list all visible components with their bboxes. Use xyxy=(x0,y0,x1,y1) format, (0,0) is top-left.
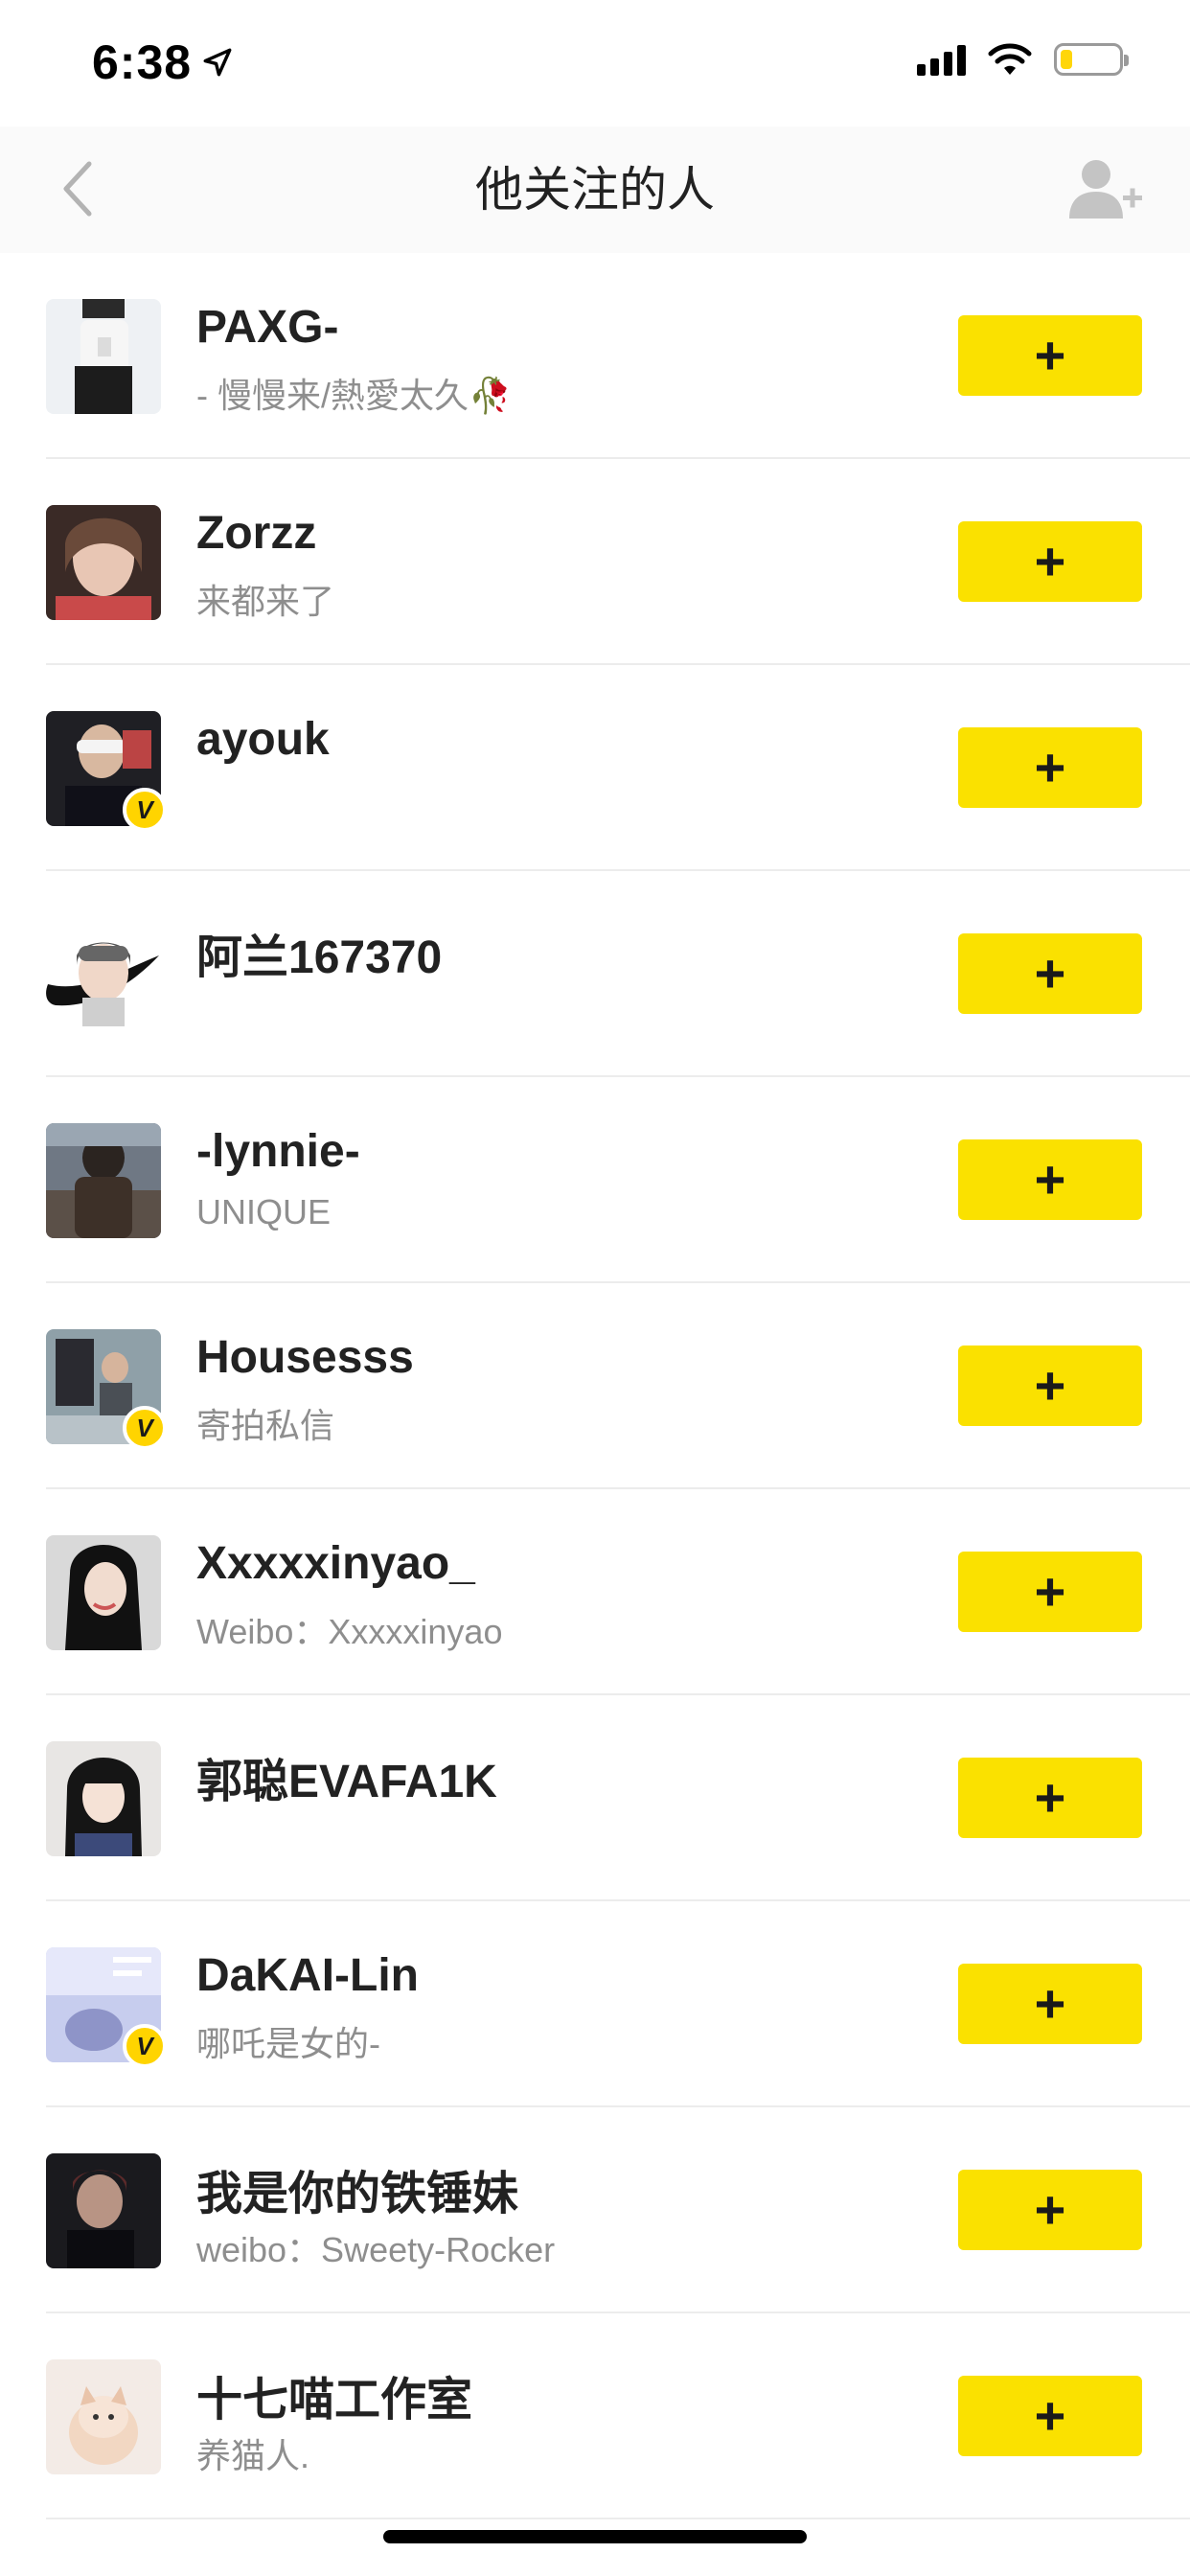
user-name: PAXG- xyxy=(196,302,339,353)
avatar[interactable]: V xyxy=(46,1329,167,1450)
avatar[interactable] xyxy=(46,1535,161,1650)
cellular-signal-icon xyxy=(917,43,966,76)
user-bio: UNIQUE xyxy=(196,1192,332,1231)
plus-icon: + xyxy=(1034,1973,1066,2034)
plus-icon: + xyxy=(1034,737,1066,797)
list-item[interactable]: Xxxxxinyao_ Weibo：Xxxxxinyao + xyxy=(0,1489,1190,1695)
avatar[interactable] xyxy=(46,505,161,620)
page-title: 他关注的人 xyxy=(475,163,715,217)
follow-button[interactable]: + xyxy=(958,1346,1142,1426)
status-time-text: 6:38 xyxy=(92,35,193,89)
list-item[interactable]: -lynnie- UNIQUE + xyxy=(0,1077,1190,1283)
avatar-image xyxy=(46,1123,161,1238)
user-name: 我是你的铁锤妹 xyxy=(196,2169,519,2220)
user-name: Zorzz xyxy=(196,508,317,559)
user-name: 阿兰167370 xyxy=(196,932,443,983)
status-time: 6:38 xyxy=(92,34,234,90)
list-item[interactable]: Zorzz 来都来了 + xyxy=(0,459,1190,665)
plus-icon: + xyxy=(1034,1561,1066,1622)
plus-icon: + xyxy=(1034,2179,1066,2240)
plus-icon: + xyxy=(1034,1149,1066,1209)
verified-badge: V xyxy=(123,788,167,832)
avatar-image xyxy=(46,2359,161,2474)
nav-bar: 他关注的人 xyxy=(0,126,1190,253)
avatar[interactable] xyxy=(46,299,161,414)
list-item[interactable]: 郭聪EVAFA1K + xyxy=(0,1695,1190,1901)
chevron-left-icon xyxy=(63,161,92,217)
location-arrow-icon xyxy=(203,48,232,77)
follow-button[interactable]: + xyxy=(958,727,1142,808)
avatar-image xyxy=(46,299,161,414)
plus-icon: + xyxy=(1034,531,1066,591)
user-name: Xxxxxinyao_ xyxy=(196,1538,475,1589)
verified-badge: V xyxy=(123,1406,167,1450)
add-user-button[interactable] xyxy=(1065,155,1146,224)
verified-badge: V xyxy=(123,2024,167,2068)
user-name: ayouk xyxy=(196,714,330,765)
avatar-image xyxy=(46,917,161,1032)
avatar-image xyxy=(46,2153,161,2268)
list-item[interactable]: PAXG- - 慢慢来/熱愛太久🥀 + xyxy=(0,253,1190,459)
plus-icon: + xyxy=(1034,1767,1066,1828)
avatar-image xyxy=(46,1741,161,1856)
list-item[interactable]: V ayouk + xyxy=(0,665,1190,871)
back-button[interactable] xyxy=(44,155,111,222)
follow-button[interactable]: + xyxy=(958,933,1142,1014)
avatar[interactable] xyxy=(46,2359,161,2474)
user-name: DaKAI-Lin xyxy=(196,1950,419,2001)
plus-icon: + xyxy=(1034,1355,1066,1415)
user-name: 郭聪EVAFA1K xyxy=(196,1757,497,1807)
user-name: -lynnie- xyxy=(196,1126,360,1177)
user-bio: Weibo：Xxxxxinyao xyxy=(196,1612,503,1651)
list-item[interactable]: 十七喵工作室 养猫人. + xyxy=(0,2313,1190,2519)
battery-icon xyxy=(1054,43,1129,76)
status-bar: 6:38 xyxy=(0,0,1190,126)
plus-icon: + xyxy=(1034,943,1066,1003)
user-bio: weibo：Sweety-Rocker xyxy=(196,2230,556,2269)
add-user-icon xyxy=(1069,160,1142,218)
plus-icon: + xyxy=(1034,325,1066,385)
avatar[interactable]: V xyxy=(46,1947,167,2068)
plus-icon: + xyxy=(1034,2385,1066,2446)
list-item[interactable]: 阿兰167370 + xyxy=(0,871,1190,1077)
follow-button[interactable]: + xyxy=(958,1964,1142,2044)
list-item[interactable]: V DaKAI-Lin 哪吒是女的- + xyxy=(0,1901,1190,2107)
avatar[interactable] xyxy=(46,1123,161,1238)
battery-level xyxy=(1061,50,1072,69)
follow-button[interactable]: + xyxy=(958,1139,1142,1220)
follow-button[interactable]: + xyxy=(958,2170,1142,2250)
avatar[interactable]: V xyxy=(46,711,167,832)
user-list: PAXG- - 慢慢来/熱愛太久🥀 + Zorzz 来都来了 + V ayouk… xyxy=(0,253,1190,2519)
user-bio: 哪吒是女的- xyxy=(196,2024,380,2063)
user-bio: 来都来了 xyxy=(196,582,335,621)
user-bio: 寄拍私信 xyxy=(196,1406,335,1445)
avatar[interactable] xyxy=(46,2153,161,2268)
follow-button[interactable]: + xyxy=(958,521,1142,602)
user-bio: 养猫人. xyxy=(196,2436,310,2475)
follow-button[interactable]: + xyxy=(958,1552,1142,1632)
avatar-image xyxy=(46,505,161,620)
wifi-icon xyxy=(988,43,1032,75)
user-bio: - 慢慢来/熱愛太久🥀 xyxy=(196,376,512,415)
list-item[interactable]: V Housesss 寄拍私信 + xyxy=(0,1283,1190,1489)
user-name: 十七喵工作室 xyxy=(196,2375,473,2426)
user-name: Housesss xyxy=(196,1332,414,1383)
avatar-image xyxy=(46,1535,161,1650)
home-indicator xyxy=(383,2530,807,2543)
status-indicators xyxy=(917,42,1129,77)
follow-button[interactable]: + xyxy=(958,2376,1142,2456)
avatar[interactable] xyxy=(46,1741,161,1856)
follow-button[interactable]: + xyxy=(958,315,1142,396)
follow-button[interactable]: + xyxy=(958,1758,1142,1838)
avatar[interactable] xyxy=(46,917,161,1032)
list-item[interactable]: 我是你的铁锤妹 weibo：Sweety-Rocker + xyxy=(0,2107,1190,2313)
